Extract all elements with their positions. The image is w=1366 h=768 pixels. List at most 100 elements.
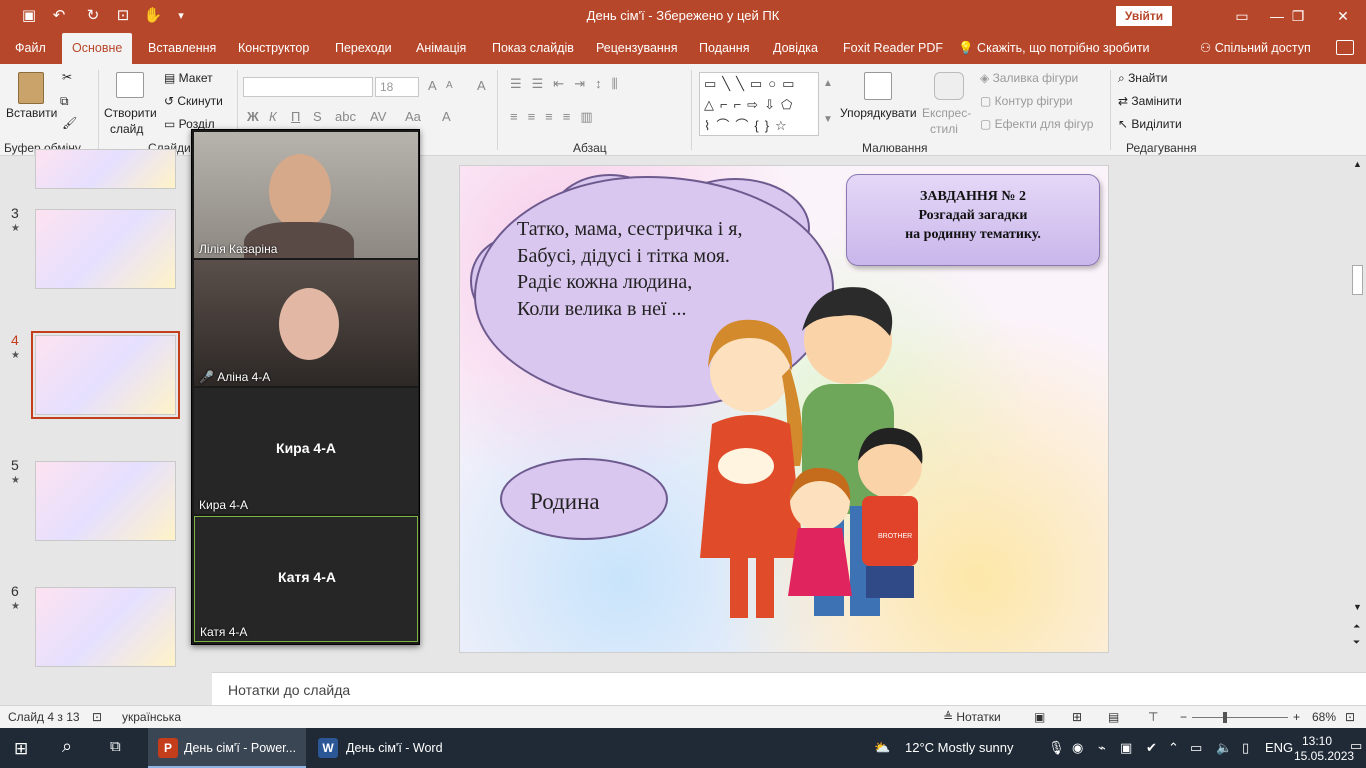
prev-slide-icon[interactable]: ⏶ (1353, 621, 1360, 632)
quick-styles-button[interactable]: Експрес- (922, 106, 971, 120)
arrange-button[interactable]: Упорядкувати (840, 106, 917, 120)
slide-thumbnail[interactable] (35, 209, 176, 289)
scroll-down-icon[interactable]: ▼ (1353, 602, 1362, 612)
tab-transitions[interactable]: Переходи (335, 33, 392, 64)
security-icon[interactable]: ✔ (1146, 728, 1157, 768)
zoom-tray-icon[interactable]: ◉ (1072, 728, 1083, 768)
strikethrough-icon[interactable]: abc (335, 109, 356, 124)
zoom-slider[interactable] (1192, 717, 1288, 718)
slideshow-icon[interactable]: ⊤ (1148, 710, 1158, 724)
new-slide-button-2[interactable]: слайд (110, 122, 143, 136)
close-icon[interactable]: ✕ (1328, 4, 1358, 28)
taskbar-app-powerpoint[interactable]: P День сім'ї - Power... (148, 728, 306, 768)
task-view-icon[interactable]: ⧉ (110, 738, 121, 755)
copy-icon[interactable]: ⧉ (60, 94, 69, 109)
zoom-in-icon[interactable]: + (1293, 710, 1300, 724)
scroll-up-icon[interactable]: ▲ (1353, 159, 1362, 169)
chevron-up-icon[interactable]: ⌃ (1168, 728, 1179, 768)
usb-icon[interactable]: ⌁ (1098, 728, 1106, 768)
shadow-button[interactable]: S (313, 109, 322, 124)
search-icon[interactable]: ⌕ (62, 736, 72, 757)
increase-font-icon[interactable]: A (428, 78, 437, 93)
video-tile[interactable]: 🎤 Аліна 4-А (194, 260, 418, 386)
italic-button[interactable]: К (269, 109, 277, 124)
input-language[interactable]: ENG (1265, 728, 1293, 768)
tab-slideshow[interactable]: Показ слайдів (492, 33, 574, 64)
zoom-slider-thumb[interactable] (1222, 712, 1227, 723)
tab-animations[interactable]: Анімація (416, 33, 466, 64)
font-size-box[interactable]: 18 (375, 77, 419, 97)
char-spacing-icon[interactable]: AV (370, 109, 386, 124)
tab-review[interactable]: Рецензування (596, 33, 677, 64)
layout-button[interactable]: ▤ Макет (164, 71, 213, 85)
shapes-gallery[interactable]: ▭╲╲▭○▭ △⌐⌐⇨⇩⬠ ⌇⌒⌒{}☆ (699, 72, 819, 136)
notes-toggle-button[interactable]: ≜ Нотатки (943, 710, 1001, 724)
shape-outline-button[interactable]: ▢ Контур фігури (980, 94, 1073, 108)
tab-home[interactable]: Основне (62, 33, 133, 64)
fit-slide-icon[interactable]: ⊡ (1345, 710, 1355, 724)
font-color-icon[interactable]: A (442, 109, 451, 124)
slide-thumbnail[interactable] (35, 149, 176, 189)
notes-pane[interactable]: Нотатки до слайда (212, 672, 1366, 705)
ribbon-display-icon[interactable]: ▭ (1227, 4, 1257, 28)
normal-view-icon[interactable]: ▣ (1034, 710, 1045, 724)
shape-effects-button[interactable]: ▢ Ефекти для фігур (980, 117, 1093, 131)
tab-file[interactable]: Файл (15, 33, 46, 64)
reading-view-icon[interactable]: ▤ (1108, 710, 1119, 724)
format-painter-icon[interactable]: 🖌 (62, 116, 77, 130)
scroll-thumb[interactable] (1352, 265, 1363, 295)
font-name-box[interactable] (243, 77, 373, 97)
change-case-icon[interactable]: Aa (405, 109, 421, 124)
sign-in-button[interactable]: Увійти (1116, 6, 1172, 26)
slide-thumbnail[interactable] (35, 587, 176, 667)
slide-sorter-icon[interactable]: ⊞ (1072, 710, 1082, 724)
slide-canvas[interactable]: Татко, мама, сестричка і я, Бабусі, діду… (459, 165, 1109, 653)
shapes-more-icon[interactable]: ▲ (823, 78, 833, 89)
tab-design[interactable]: Конструктор (238, 33, 309, 64)
video-tile-active-speaker[interactable]: Катя 4-А Катя 4-А (194, 516, 418, 642)
tab-insert[interactable]: Вставлення (148, 33, 216, 64)
quick-styles-button-2[interactable]: стилі (930, 122, 958, 136)
video-tile[interactable]: Лілія Казаріна (194, 132, 418, 258)
tab-help[interactable]: Довідка (773, 33, 818, 64)
paste-button[interactable]: Вставити (6, 106, 57, 120)
list-icons[interactable]: ☰☰⇤⇥↕⫼ (510, 76, 628, 92)
task-box[interactable]: ЗАВДАННЯ № 2 Розгадай загадки на родинну… (846, 174, 1100, 266)
underline-button[interactable]: П (291, 109, 300, 124)
microphone-icon[interactable]: 🎙 (1048, 728, 1065, 768)
volume-icon[interactable]: 🔈 (1216, 728, 1232, 768)
editor-vertical-scrollbar[interactable]: ▲ ▼ ⏶ ⏷ (1349, 157, 1366, 672)
zoom-out-icon[interactable]: − (1180, 710, 1187, 724)
answer-text[interactable]: Родина (530, 489, 600, 515)
language-indicator[interactable]: українська (122, 710, 181, 724)
tab-view[interactable]: Подання (699, 33, 749, 64)
maximize-icon[interactable]: ❐ (1283, 4, 1313, 28)
bold-button[interactable]: Ж (247, 109, 259, 124)
slide-thumbnail-selected[interactable] (31, 331, 180, 419)
share-button[interactable]: ⚇ Спільний доступ (1200, 33, 1311, 64)
select-button[interactable]: ↖ Виділити (1118, 117, 1182, 131)
new-slide-button[interactable]: Створити (104, 106, 157, 120)
battery-icon[interactable]: ▯ (1242, 728, 1249, 768)
weather-icon[interactable]: ⛅ (874, 728, 890, 768)
notifications-icon[interactable]: ▭ (1350, 738, 1362, 754)
tell-me-search[interactable]: 💡 Скажіть, що потрібно зробити (958, 33, 1150, 64)
video-tile[interactable]: Кира 4-А Кира 4-А (194, 388, 418, 514)
decrease-font-icon[interactable]: A (446, 80, 453, 91)
shapes-expand-icon[interactable]: ▼ (823, 114, 833, 125)
tab-foxit[interactable]: Foxit Reader PDF (843, 33, 943, 64)
app-tray-icon[interactable]: ▣ (1120, 728, 1132, 768)
comments-icon[interactable] (1336, 40, 1354, 55)
reset-button[interactable]: ↺ Скинути (164, 94, 223, 108)
taskbar-app-word[interactable]: W День сім'ї - Word (310, 728, 460, 768)
clock-date[interactable]: 15.05.2023 (1294, 736, 1354, 768)
replace-button[interactable]: ⇄ Замінити (1118, 94, 1182, 108)
shape-fill-button[interactable]: ◈ Заливка фігури (980, 71, 1078, 85)
spellcheck-icon[interactable]: ⊡ (92, 710, 102, 724)
network-icon[interactable]: ▭ (1190, 728, 1202, 768)
weather-text[interactable]: 12°C Mostly sunny (905, 728, 1014, 768)
find-button[interactable]: ⌕ Знайти (1118, 71, 1168, 86)
clear-format-icon[interactable]: A (477, 78, 486, 93)
slide-thumbnail[interactable] (35, 461, 176, 541)
windows-start-icon[interactable]: ⊞ (14, 739, 28, 759)
